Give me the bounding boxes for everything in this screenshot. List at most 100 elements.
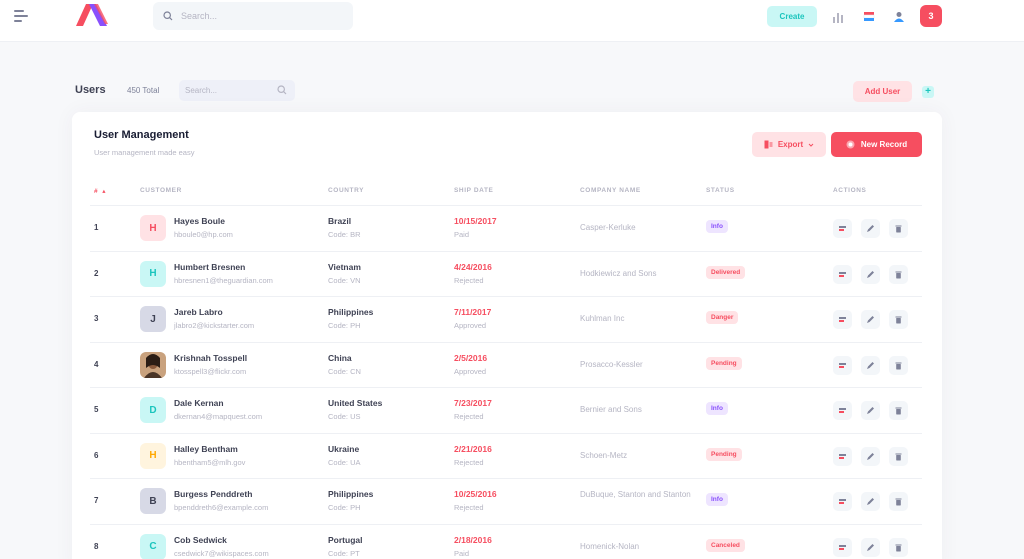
ship-date: 7/23/2017	[454, 398, 492, 408]
settings-button[interactable]	[833, 492, 852, 511]
settings-icon	[839, 271, 846, 277]
export-button[interactable]: Export	[752, 132, 826, 157]
settings-button[interactable]	[833, 355, 852, 375]
status-badge: Canceled	[706, 538, 745, 552]
avatar: H	[140, 260, 166, 287]
pencil-icon	[867, 407, 874, 414]
column-header-index[interactable]: # ▴	[94, 187, 106, 195]
ship-date: 7/11/2017	[454, 307, 492, 317]
top-search-input[interactable]	[181, 11, 331, 21]
settings-icon	[839, 226, 846, 231]
column-header-customer[interactable]: Customer	[140, 187, 182, 194]
edit-button[interactable]	[861, 492, 880, 511]
column-header-status[interactable]: Status	[706, 187, 735, 194]
customer-email: jlabro2@kickstarter.com	[174, 321, 255, 330]
status-badge: Pending	[706, 356, 742, 370]
country-code: Code: US	[328, 412, 361, 421]
trash-icon	[895, 271, 902, 278]
create-button[interactable]: Create	[767, 6, 817, 27]
delete-button[interactable]	[889, 219, 908, 238]
row-index: 5	[94, 405, 99, 414]
customer-name[interactable]: Burgess Penddreth	[174, 489, 252, 499]
settings-icon	[839, 362, 846, 368]
country-name: United States	[328, 398, 383, 408]
delete-button[interactable]	[889, 310, 908, 329]
new-record-label: New Record	[860, 140, 908, 149]
avatar: J	[140, 306, 166, 332]
settings-button[interactable]	[833, 401, 852, 420]
pencil-icon	[867, 498, 874, 505]
country-code: Code: PT	[328, 548, 360, 558]
row-index: 8	[94, 541, 99, 551]
settings-icon	[839, 544, 846, 550]
customer-name[interactable]: Hayes Boule	[174, 216, 225, 226]
pencil-icon	[867, 316, 874, 323]
table-row: 1 H Hayes Boule hboule0@hp.com Brazil Code: B…	[90, 205, 922, 251]
trash-icon	[895, 544, 902, 551]
customer-name[interactable]: Jareb Labro	[174, 307, 223, 317]
delete-button[interactable]	[889, 492, 908, 511]
column-header-country[interactable]: Country	[328, 187, 364, 194]
trash-icon	[895, 498, 902, 506]
settings-button[interactable]	[833, 537, 852, 557]
status-badge: Info	[706, 220, 728, 233]
delete-button[interactable]	[889, 446, 908, 466]
delete-button[interactable]	[889, 401, 908, 420]
user-avatar-badge[interactable]: 3	[920, 5, 942, 27]
pencil-icon	[867, 452, 874, 460]
settings-icon	[839, 317, 846, 322]
edit-button[interactable]	[861, 264, 880, 284]
customer-name[interactable]: Dale Kernan	[174, 398, 224, 408]
search-icon[interactable]	[277, 85, 287, 95]
column-header-company[interactable]: Company Name	[580, 187, 641, 194]
page-title: Users	[75, 84, 106, 96]
customer-name[interactable]: Krishnah Tosspell	[174, 353, 247, 363]
status-badge: Info	[706, 493, 728, 506]
chart-bars-icon[interactable]	[830, 8, 848, 26]
customer-name[interactable]: Humbert Bresnen	[174, 262, 245, 272]
status-badge: Delivered	[706, 265, 746, 279]
edit-button[interactable]	[861, 219, 880, 238]
delete-button[interactable]	[889, 264, 908, 284]
avatar: C	[140, 533, 166, 559]
menu-toggle-icon[interactable]	[14, 10, 28, 22]
users-search-input[interactable]	[185, 86, 270, 95]
customer-name[interactable]: Cob Sedwick	[174, 535, 227, 545]
user-profile-icon[interactable]	[890, 8, 908, 26]
row-index: 1	[94, 223, 99, 232]
flag-icon[interactable]	[860, 8, 878, 26]
new-record-button[interactable]: New Record	[831, 132, 922, 157]
settings-button[interactable]	[833, 264, 852, 284]
customer-name[interactable]: Halley Bentham	[174, 444, 238, 454]
delete-button[interactable]	[889, 355, 908, 375]
export-icon	[764, 140, 773, 149]
payment-status: Rejected	[454, 275, 484, 285]
settings-button[interactable]	[833, 310, 852, 329]
row-index: 4	[94, 359, 99, 369]
payment-status: Approved	[454, 366, 487, 376]
brand-logo[interactable]	[74, 2, 110, 28]
edit-button[interactable]	[861, 401, 880, 420]
payment-status: Approved	[454, 321, 487, 330]
payment-status: Rejected	[454, 503, 484, 512]
settings-button[interactable]	[833, 446, 852, 466]
edit-button[interactable]	[861, 537, 880, 557]
payment-status: Rejected	[454, 412, 484, 421]
pencil-icon	[867, 543, 874, 551]
table-row: 4 Krishnah Tosspell ktosspell3@flickr.com C…	[90, 341, 922, 388]
customer-email: hbentham5@mlh.gov	[174, 457, 246, 467]
edit-button[interactable]	[861, 355, 880, 375]
user-photo	[140, 351, 166, 378]
country-name: Portugal	[328, 534, 363, 545]
edit-button[interactable]	[861, 446, 880, 466]
country-name: Philippines	[328, 307, 374, 317]
delete-button[interactable]	[889, 537, 908, 557]
pencil-icon	[867, 270, 874, 278]
quick-add-button[interactable]: +	[922, 86, 934, 98]
customer-email: hbresnen1@theguardian.com	[174, 275, 273, 285]
settings-button[interactable]	[833, 219, 852, 238]
edit-button[interactable]	[861, 310, 880, 329]
add-user-button[interactable]: Add User	[853, 81, 912, 102]
column-header-ship-date[interactable]: Ship Date	[454, 187, 493, 194]
total-count: 450 Total	[127, 86, 160, 95]
